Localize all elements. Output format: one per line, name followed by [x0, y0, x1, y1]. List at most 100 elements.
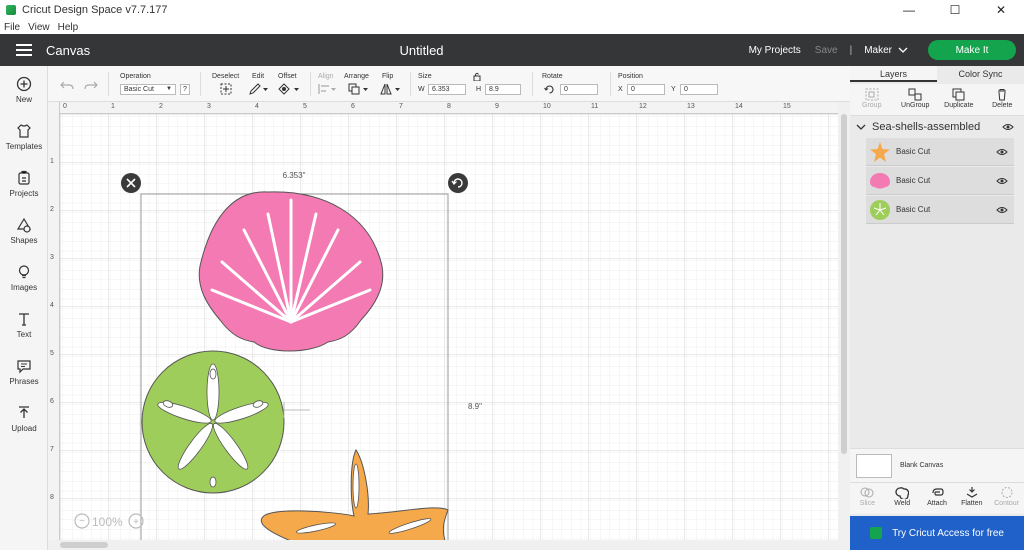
layer-group-row[interactable]: Sea-shells-assembled — [850, 118, 1024, 136]
tab-color-sync[interactable]: Color Sync — [937, 66, 1024, 82]
save-button[interactable]: Save — [815, 45, 838, 56]
ungroup-label: UnGroup — [901, 102, 930, 109]
rotate-input[interactable]: 0 — [560, 84, 598, 95]
flatten-button[interactable]: Flatten — [954, 483, 989, 514]
ruler-tick-label: 4 — [255, 103, 259, 110]
vertical-scrollbar[interactable] — [838, 102, 850, 550]
eye-icon[interactable] — [996, 148, 1008, 156]
lock-icon[interactable] — [473, 72, 481, 81]
ruler-tick-label: 12 — [639, 103, 647, 110]
layer-row-sand-dollar[interactable]: Basic Cut — [866, 196, 1014, 224]
cricut-app-icon — [6, 5, 16, 15]
machine-select[interactable]: Maker — [864, 45, 908, 56]
pencil-icon[interactable] — [248, 83, 268, 95]
nav-label: Upload — [11, 424, 37, 433]
delete-button[interactable]: Delete — [981, 84, 1024, 115]
y-position-input[interactable]: 0 — [680, 84, 718, 95]
nav-templates[interactable]: Templates — [0, 123, 48, 151]
horizontal-scrollbar[interactable] — [48, 540, 838, 550]
ruler-tick-label: 10 — [543, 103, 551, 110]
chevron-down-icon[interactable] — [856, 123, 866, 131]
weld-icon — [895, 487, 910, 499]
group-icon — [865, 88, 879, 101]
access-banner-label: Try Cricut Access for free — [892, 527, 1004, 539]
nav-text[interactable]: Text — [0, 311, 48, 339]
layer-label: Basic Cut — [896, 205, 931, 214]
blank-canvas-label: Blank Canvas — [900, 462, 944, 469]
document-title: Untitled — [399, 42, 444, 58]
zoom-level: 100% — [92, 515, 123, 529]
ruler-tick-label: 13 — [687, 103, 695, 110]
layer-row-shell[interactable]: Basic Cut — [866, 167, 1014, 195]
vertical-scroll-thumb[interactable] — [841, 114, 847, 454]
x-position-input[interactable]: 0 — [627, 84, 665, 95]
nav-new[interactable]: New — [0, 76, 48, 104]
group-button[interactable]: Group — [850, 84, 894, 115]
operation-select[interactable]: Basic Cut ▼ — [120, 84, 176, 95]
make-it-button[interactable]: Make It — [928, 40, 1016, 60]
ruler-tick-label: 11 — [591, 103, 599, 110]
blank-canvas-swatch[interactable] — [856, 453, 892, 478]
combine-tools: Slice Weld Attach Flatten Contour — [850, 482, 1024, 514]
width-input[interactable]: 6.353 — [428, 84, 466, 95]
maximize-button[interactable]: ☐ — [932, 0, 978, 20]
menu-help[interactable]: Help — [58, 22, 79, 33]
nav-upload[interactable]: Upload — [0, 405, 48, 433]
zoom-out-glyph: − — [79, 516, 85, 527]
attach-button[interactable]: Attach — [920, 483, 955, 514]
horizontal-scroll-thumb[interactable] — [60, 542, 108, 548]
undo-icon[interactable] — [60, 79, 74, 91]
layer-row-starfish[interactable]: Basic Cut — [866, 138, 1014, 166]
group-label: Group — [862, 102, 882, 109]
tab-layers[interactable]: Layers — [850, 66, 937, 82]
close-window-button[interactable]: ✕ — [978, 0, 1024, 20]
my-projects-link[interactable]: My Projects — [749, 45, 801, 56]
slice-icon — [860, 487, 874, 498]
rotate-handle-icon[interactable] — [448, 173, 468, 193]
ungroup-icon — [908, 88, 922, 101]
menu-view[interactable]: View — [28, 22, 50, 33]
eye-icon[interactable] — [996, 177, 1008, 185]
flip-label: Flip — [382, 73, 394, 80]
align-icon[interactable] — [318, 83, 338, 95]
layer-tools: Group UnGroup Duplicate Delete — [850, 84, 1024, 116]
window-title: Cricut Design Space v7.7.177 — [22, 4, 168, 16]
weld-button[interactable]: Weld — [885, 483, 920, 514]
rotate-value: 0 — [564, 86, 568, 93]
nav-projects[interactable]: Projects — [0, 170, 48, 198]
height-input[interactable]: 8.9 — [485, 84, 521, 95]
nav-shapes[interactable]: Shapes — [0, 217, 48, 245]
ruler-tick-label: 3 — [50, 254, 54, 261]
deselect-icon[interactable] — [220, 83, 232, 95]
minimize-button[interactable]: — — [886, 0, 932, 20]
nav-images[interactable]: Images — [0, 264, 48, 292]
slice-button[interactable]: Slice — [850, 483, 885, 514]
eye-icon[interactable] — [1002, 123, 1014, 131]
operation-label: Operation — [120, 73, 151, 80]
contour-icon — [1001, 487, 1013, 498]
design-canvas[interactable]: − 100% + 6.353" 8.9" — [48, 102, 838, 540]
sand-dollar-shape[interactable] — [141, 350, 285, 494]
duplicate-button[interactable]: Duplicate — [937, 84, 981, 115]
speech-bubble-icon — [17, 360, 31, 374]
cricut-access-banner[interactable]: Try Cricut Access for free — [850, 516, 1024, 550]
close-icon[interactable] — [121, 173, 141, 193]
zoom-in-glyph: + — [133, 517, 139, 528]
eye-icon[interactable] — [996, 206, 1008, 214]
ruler-tick-label: 1 — [50, 158, 54, 165]
shell-thumbnail — [868, 169, 892, 193]
flatten-icon — [966, 487, 978, 498]
size-label: Size — [418, 73, 432, 80]
operation-help-button[interactable]: ? — [180, 84, 190, 95]
ungroup-button[interactable]: UnGroup — [894, 84, 938, 115]
offset-icon[interactable] — [278, 83, 300, 95]
blank-canvas-row[interactable]: Blank Canvas — [850, 448, 1024, 482]
weld-label: Weld — [894, 500, 911, 507]
contour-button[interactable]: Contour — [989, 483, 1024, 514]
menu-file[interactable]: File — [4, 22, 20, 33]
nav-phrases[interactable]: Phrases — [0, 358, 48, 386]
redo-icon[interactable] — [84, 79, 98, 91]
flip-icon[interactable] — [380, 83, 402, 95]
arrange-icon[interactable] — [348, 83, 370, 95]
sand-dollar-thumbnail — [868, 198, 892, 222]
